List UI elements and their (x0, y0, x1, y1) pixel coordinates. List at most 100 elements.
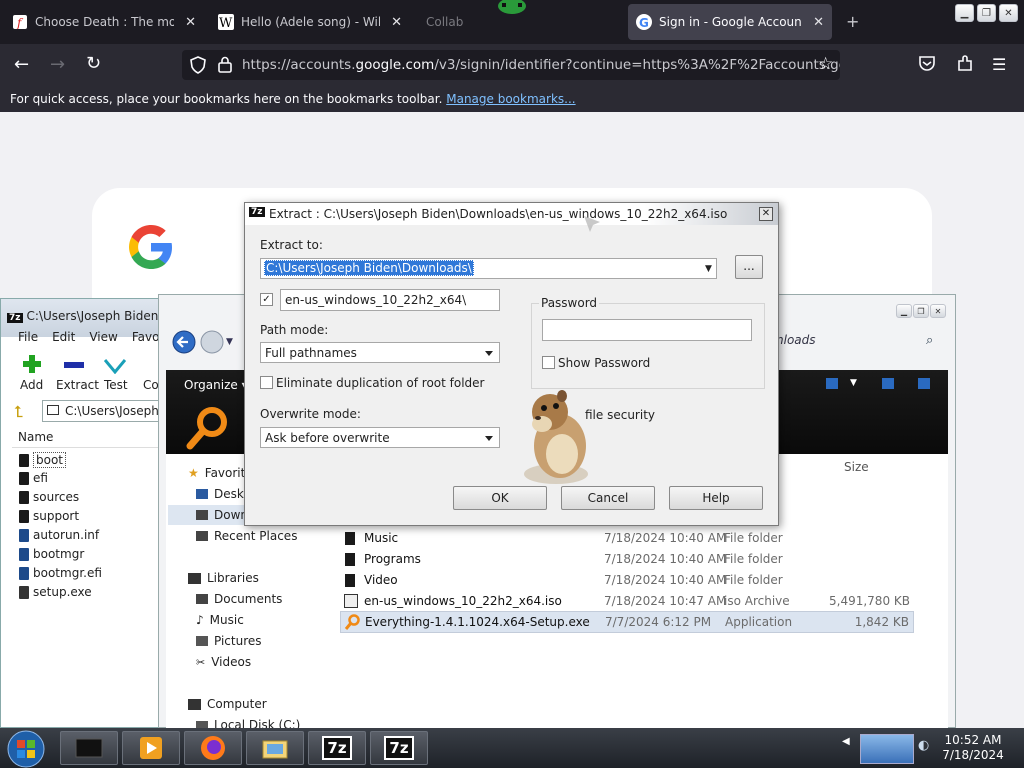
menu-view[interactable]: View (89, 330, 117, 344)
menu-hamburger-icon[interactable]: ☰ (992, 55, 1006, 74)
overwrite-mode-select[interactable]: Ask before overwrite (260, 427, 500, 448)
system-clock[interactable]: 10:52 AM 7/18/2024 (940, 733, 1006, 763)
url-bar[interactable]: https://accounts. google.com/v3/signin/id… (182, 50, 840, 80)
clock-date: 7/18/2024 (942, 748, 1004, 762)
nav-documents[interactable]: Documents (196, 592, 282, 606)
bookmark-star-icon[interactable]: ☆ (818, 54, 833, 74)
table-row[interactable]: Programs 7/18/2024 10:40 AM File folder (340, 549, 914, 569)
list-item[interactable]: setup.exe (19, 585, 92, 599)
nav-favorites[interactable]: ★ Favorit (188, 466, 245, 480)
network-tray-icon[interactable] (860, 734, 914, 764)
table-row[interactable]: Music 7/18/2024 10:40 AM File folder (340, 528, 914, 548)
browse-button[interactable]: ... (735, 255, 763, 279)
search-icon[interactable]: ⌕ (926, 333, 933, 348)
nav-libraries[interactable]: Libraries (188, 571, 259, 585)
taskbar-app-explorer[interactable] (246, 731, 304, 765)
column-header-size[interactable]: Size (844, 460, 869, 474)
list-item[interactable]: autorun.inf (19, 528, 99, 542)
test-button[interactable]: Test (104, 378, 128, 392)
add-button[interactable]: Add (20, 378, 43, 392)
subfolder-checkbox[interactable]: ✓ (260, 293, 273, 306)
forward-button[interactable] (200, 330, 224, 354)
close-tab-icon[interactable]: ✕ (185, 15, 196, 30)
help-button[interactable]: Help (669, 486, 763, 510)
nav-downloads[interactable]: Down (196, 508, 248, 522)
history-dropdown-icon[interactable]: ▼ (226, 337, 233, 347)
list-item[interactable]: support (19, 509, 79, 523)
nav-pictures[interactable]: Pictures (196, 634, 262, 648)
taskbar-app-terminal[interactable] (60, 731, 118, 765)
back-arrow-icon[interactable]: ← (14, 54, 29, 75)
reload-icon[interactable]: ↻ (86, 53, 101, 74)
ok-button[interactable]: OK (453, 486, 547, 510)
back-button[interactable] (172, 330, 196, 354)
up-folder-icon[interactable]: ⮤ (14, 402, 23, 422)
manage-bookmarks-link[interactable]: Manage bookmarks... (446, 92, 575, 106)
view-icon[interactable] (826, 378, 838, 389)
tab-hello-adele[interactable]: W Hello (Adele song) - Wikipe ✕ (210, 4, 410, 40)
path-mode-select[interactable]: Full pathnames (260, 342, 500, 363)
taskbar-app-7zip[interactable]: 7z (308, 731, 366, 765)
help-icon[interactable] (918, 378, 930, 389)
close-button[interactable]: ✕ (999, 4, 1018, 22)
cancel-button[interactable]: Cancel (561, 486, 655, 510)
list-item[interactable]: bootmgr (19, 547, 84, 561)
nav-recent-places[interactable]: Recent Places (196, 529, 297, 543)
list-item[interactable]: boot (19, 452, 67, 468)
volume-icon[interactable]: ◐ (918, 738, 929, 753)
folder-icon (345, 553, 355, 566)
lock-icon[interactable] (218, 56, 232, 73)
close-button[interactable]: ✕ (930, 304, 946, 318)
taskbar-app-firefox[interactable] (184, 731, 242, 765)
shield-icon[interactable] (190, 56, 206, 74)
table-row[interactable]: Video 7/18/2024 10:40 AM File folder (340, 570, 914, 590)
extensions-icon[interactable] (956, 55, 974, 73)
copy-button[interactable]: Co (143, 378, 159, 392)
downloads-icon (196, 510, 208, 520)
nav-desktop[interactable]: Deskt (196, 487, 249, 501)
firefox-icon (201, 736, 225, 760)
menu-edit[interactable]: Edit (52, 330, 75, 344)
minimize-button[interactable]: ▁ (896, 304, 912, 318)
tab-choose-death[interactable]: f Choose Death : The most av ✕ (4, 4, 204, 40)
new-tab-button[interactable]: + (846, 12, 859, 31)
extract-to-combobox[interactable]: C:\Users\Joseph Biden\Downloads\ (260, 258, 717, 279)
tray-expand-icon[interactable]: ◀ (842, 736, 850, 747)
maximize-button[interactable]: ❐ (913, 304, 929, 318)
taskbar-app-media-player[interactable] (122, 731, 180, 765)
organize-button[interactable]: Organize ▾ (184, 378, 248, 392)
nav-music[interactable]: ♪ Music (196, 613, 244, 627)
address-bar-text[interactable]: nloads (776, 333, 816, 347)
subfolder-input[interactable]: en-us_windows_10_22h2_x64\ (280, 289, 500, 311)
minimize-button[interactable]: ▁ (955, 4, 974, 22)
table-row[interactable]: en-us_windows_10_22h2_x64.iso 7/18/2024 1… (340, 591, 914, 611)
start-button[interactable] (6, 730, 46, 768)
password-input[interactable] (542, 319, 752, 341)
close-tab-icon[interactable]: ✕ (391, 15, 402, 30)
7zip-icon: 7z (322, 736, 352, 760)
chevron-down-icon[interactable]: ▼ (705, 264, 712, 274)
password-label: Password (539, 296, 600, 310)
list-item[interactable]: bootmgr.efi (19, 566, 102, 580)
close-tab-icon[interactable]: ✕ (813, 15, 824, 30)
show-password-checkbox[interactable] (542, 356, 555, 369)
view-dropdown-icon[interactable]: ▼ (850, 378, 857, 388)
taskbar-app-7zip-dialog[interactable]: 7z (370, 731, 428, 765)
list-item[interactable]: efi (19, 471, 48, 485)
maximize-button[interactable]: ❐ (977, 4, 996, 22)
pocket-icon[interactable] (918, 55, 936, 72)
preview-pane-icon[interactable] (882, 378, 894, 389)
tab-google-sign-in[interactable]: G Sign in - Google Accounts ✕ (628, 4, 832, 40)
table-row-selected[interactable]: Everything-1.4.1.1024.x64-Setup.exe 7/7/2… (340, 611, 914, 633)
file-icon (19, 547, 29, 561)
nav-videos[interactable]: ✂ Videos (196, 655, 251, 669)
column-header-name[interactable]: Name (12, 426, 162, 448)
dialog-close-button[interactable]: ✕ (759, 207, 773, 221)
menu-file[interactable]: File (18, 330, 38, 344)
extract-button[interactable]: Extract (56, 378, 99, 392)
7zip-path-field[interactable]: C:\Users\Joseph (42, 400, 162, 422)
list-item[interactable]: sources (19, 490, 79, 504)
eliminate-duplication-checkbox[interactable] (260, 376, 273, 389)
nav-computer[interactable]: Computer (188, 697, 267, 711)
forward-arrow-icon[interactable]: → (50, 54, 65, 75)
